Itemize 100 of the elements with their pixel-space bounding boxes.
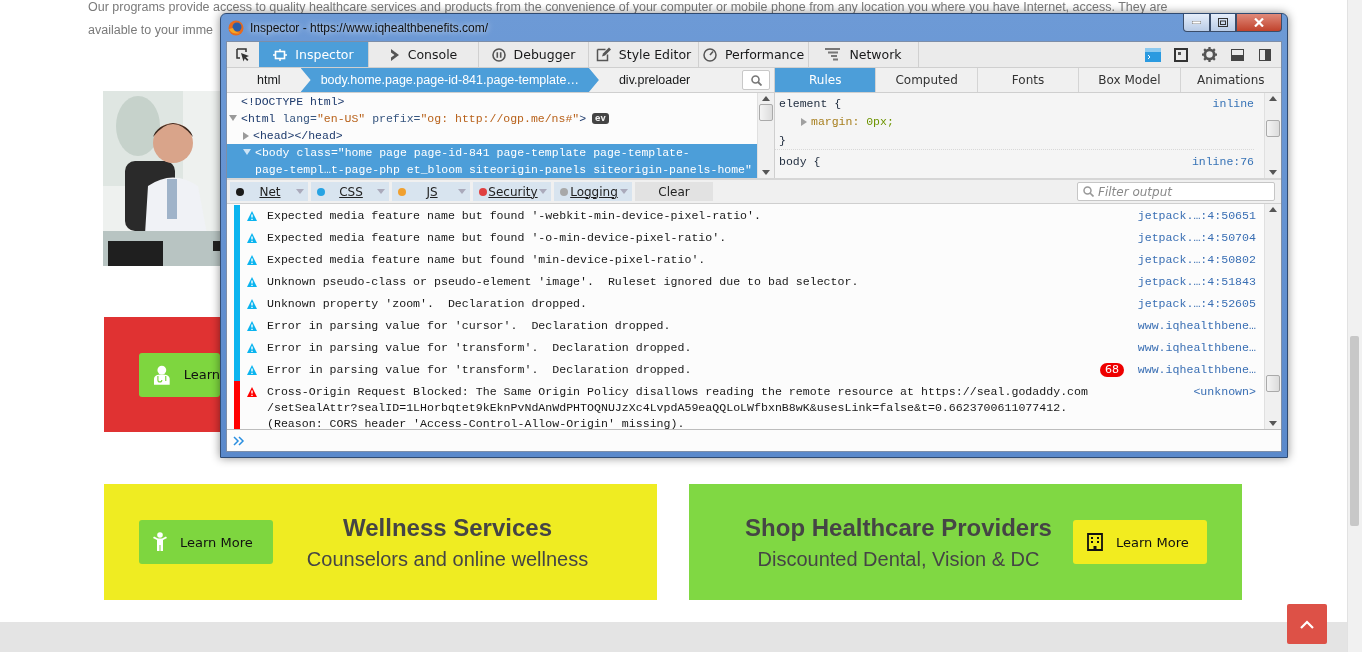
scroll-top-button[interactable] — [1287, 604, 1327, 644]
scroll-down-icon[interactable] — [1269, 170, 1277, 175]
search-icon — [750, 74, 762, 86]
rule-source-link[interactable]: inline — [1212, 95, 1254, 112]
warning-icon — [247, 255, 257, 265]
source-link[interactable]: jetpack.…:4:50704 — [1132, 227, 1264, 249]
scrollbar[interactable] — [1264, 93, 1281, 178]
scrollbar-thumb[interactable] — [1266, 375, 1280, 392]
warning-icon — [247, 365, 257, 375]
caret-icon — [539, 189, 547, 194]
console-message: Unknown pseudo-class or pseudo-element 'image'. Ruleset ignored due to bad selector. — [267, 274, 860, 290]
scrollbar[interactable] — [757, 93, 774, 178]
edit-icon — [595, 47, 611, 62]
page-scrollbar[interactable] — [1347, 0, 1362, 652]
source-link[interactable]: www.iqhealthbene… — [1132, 315, 1264, 337]
sidebar-tab[interactable]: Computed — [876, 68, 978, 92]
close-button[interactable] — [1236, 14, 1282, 32]
console-message: Error in parsing value for 'transform'. Declaration dropped. — [267, 362, 693, 378]
source-link[interactable]: <unknown> — [1132, 381, 1264, 429]
warning-icon — [247, 299, 257, 309]
rule-source-link[interactable]: inline:76 — [1191, 153, 1254, 170]
warning-icon — [247, 343, 257, 353]
twisty-icon[interactable] — [229, 115, 237, 121]
minimize-button[interactable] — [1183, 14, 1210, 32]
warning-icon — [247, 387, 257, 397]
console-message: Expected media feature name but found '-o-min-device-pixel-ratio'. — [267, 230, 728, 246]
source-link[interactable]: jetpack.…:4:51843 — [1132, 271, 1264, 293]
console-message: Error in parsing value for 'cursor'. Declaration dropped. — [267, 318, 672, 334]
caret-icon — [458, 189, 466, 194]
gauge-icon — [702, 47, 717, 62]
warning-icon — [247, 321, 257, 331]
tool-tab[interactable]: Console — [369, 42, 479, 67]
css-declaration[interactable]: margin: 0px; — [779, 112, 1264, 132]
scroll-up-icon[interactable] — [1269, 207, 1277, 212]
minimize-icon — [1192, 21, 1201, 24]
source-link[interactable]: jetpack.…:4:50651 — [1132, 205, 1264, 227]
sidebar-tab[interactable]: Fonts — [977, 68, 1080, 92]
caret-icon — [377, 189, 385, 194]
source-link[interactable]: jetpack.…:4:50802 — [1132, 249, 1264, 271]
double-chevron-icon — [233, 435, 245, 446]
scrollbar[interactable] — [1264, 204, 1281, 429]
scrollbar-thumb[interactable] — [1266, 120, 1280, 137]
source-link[interactable]: jetpack.…:4:52605 — [1132, 293, 1264, 315]
settings-button[interactable] — [1199, 44, 1219, 65]
console-icon — [1145, 47, 1161, 62]
console-message: Expected media feature name but found 'min-device-pixel-ratio'. — [267, 252, 707, 268]
close-icon — [1254, 18, 1264, 27]
caret-icon — [296, 189, 304, 194]
filter-button[interactable]: Security — [473, 182, 551, 201]
learn-more-button[interactable]: Learn More — [139, 520, 273, 564]
scroll-down-icon[interactable] — [1269, 421, 1277, 426]
card-subtitle: Counselors and online wellness — [306, 547, 589, 571]
console-message: Unknown property 'zoom'. Declaration dropped. — [267, 296, 589, 312]
card-subtitle: Discounted Dental, Vision & DC — [757, 547, 1040, 571]
filter-button[interactable]: CSS — [311, 182, 389, 201]
tool-tab[interactable]: Network — [809, 42, 919, 67]
scroll-down-icon[interactable] — [762, 170, 770, 175]
sidebar-tab[interactable]: Box Model — [1079, 68, 1181, 92]
filter-field[interactable]: Filter output — [1077, 182, 1275, 201]
pause-icon — [491, 47, 506, 62]
learn-button[interactable]: Learn — [139, 352, 220, 397]
intro-text: available to your imme — [88, 23, 214, 37]
filter-button[interactable]: JS — [392, 182, 470, 201]
closing-brace: } — [779, 133, 786, 149]
cursor-icon — [236, 47, 250, 62]
card-title: Shop Healthcare Providers — [745, 513, 1052, 542]
tool-tab[interactable]: Style Editor — [589, 42, 699, 67]
tool-tab[interactable]: Performance — [699, 42, 809, 67]
filter-button[interactable]: Net — [230, 182, 308, 201]
breadcrumb[interactable]: html — [227, 68, 301, 92]
clear-button[interactable]: Clear — [635, 182, 713, 201]
source-link[interactable]: www.iqhealthbene… — [1132, 359, 1264, 381]
person-icon — [153, 532, 167, 552]
dock-bottom-icon — [1230, 48, 1244, 61]
building-icon — [1087, 533, 1103, 551]
scrollbar-thumb[interactable] — [759, 104, 773, 121]
caret-icon — [620, 189, 628, 194]
console-message: Expected media feature name but found '-webkit-min-device-pixel-ratio'. — [267, 208, 762, 224]
filter-button[interactable]: Logging — [554, 182, 632, 201]
doctor-icon — [153, 364, 171, 385]
card-title: Wellness Services — [343, 513, 552, 542]
rule-selector: body { — [779, 154, 821, 170]
search-button[interactable] — [742, 70, 770, 90]
tool-tab[interactable]: Debugger — [479, 42, 589, 67]
restore-icon — [1218, 18, 1228, 27]
scroll-up-icon[interactable] — [1269, 96, 1277, 101]
search-icon — [1083, 186, 1094, 197]
scroll-up-icon[interactable] — [762, 96, 770, 101]
window-title: Inspector - https://www.iqhealthbenefits.com/ — [250, 20, 489, 35]
markup-line[interactable]: <html lang="en-US" prefix="og: http://ogp.me/ns#"> ev — [227, 110, 757, 127]
breadcrumb[interactable]: div.preloader — [598, 68, 711, 92]
source-link[interactable]: www.iqhealthbene… — [1132, 337, 1264, 359]
warning-icon — [247, 277, 257, 287]
event-badge[interactable]: ev — [592, 113, 609, 124]
learn-more-button[interactable]: Learn More — [1073, 520, 1207, 564]
maximize-button[interactable] — [1210, 14, 1236, 32]
markup-line[interactable]: <!DOCTYPE html> — [227, 93, 757, 110]
sidebar-tab[interactable]: Animations — [1180, 68, 1281, 92]
frame-icon — [1174, 47, 1188, 62]
dock-side-icon — [1259, 48, 1271, 61]
